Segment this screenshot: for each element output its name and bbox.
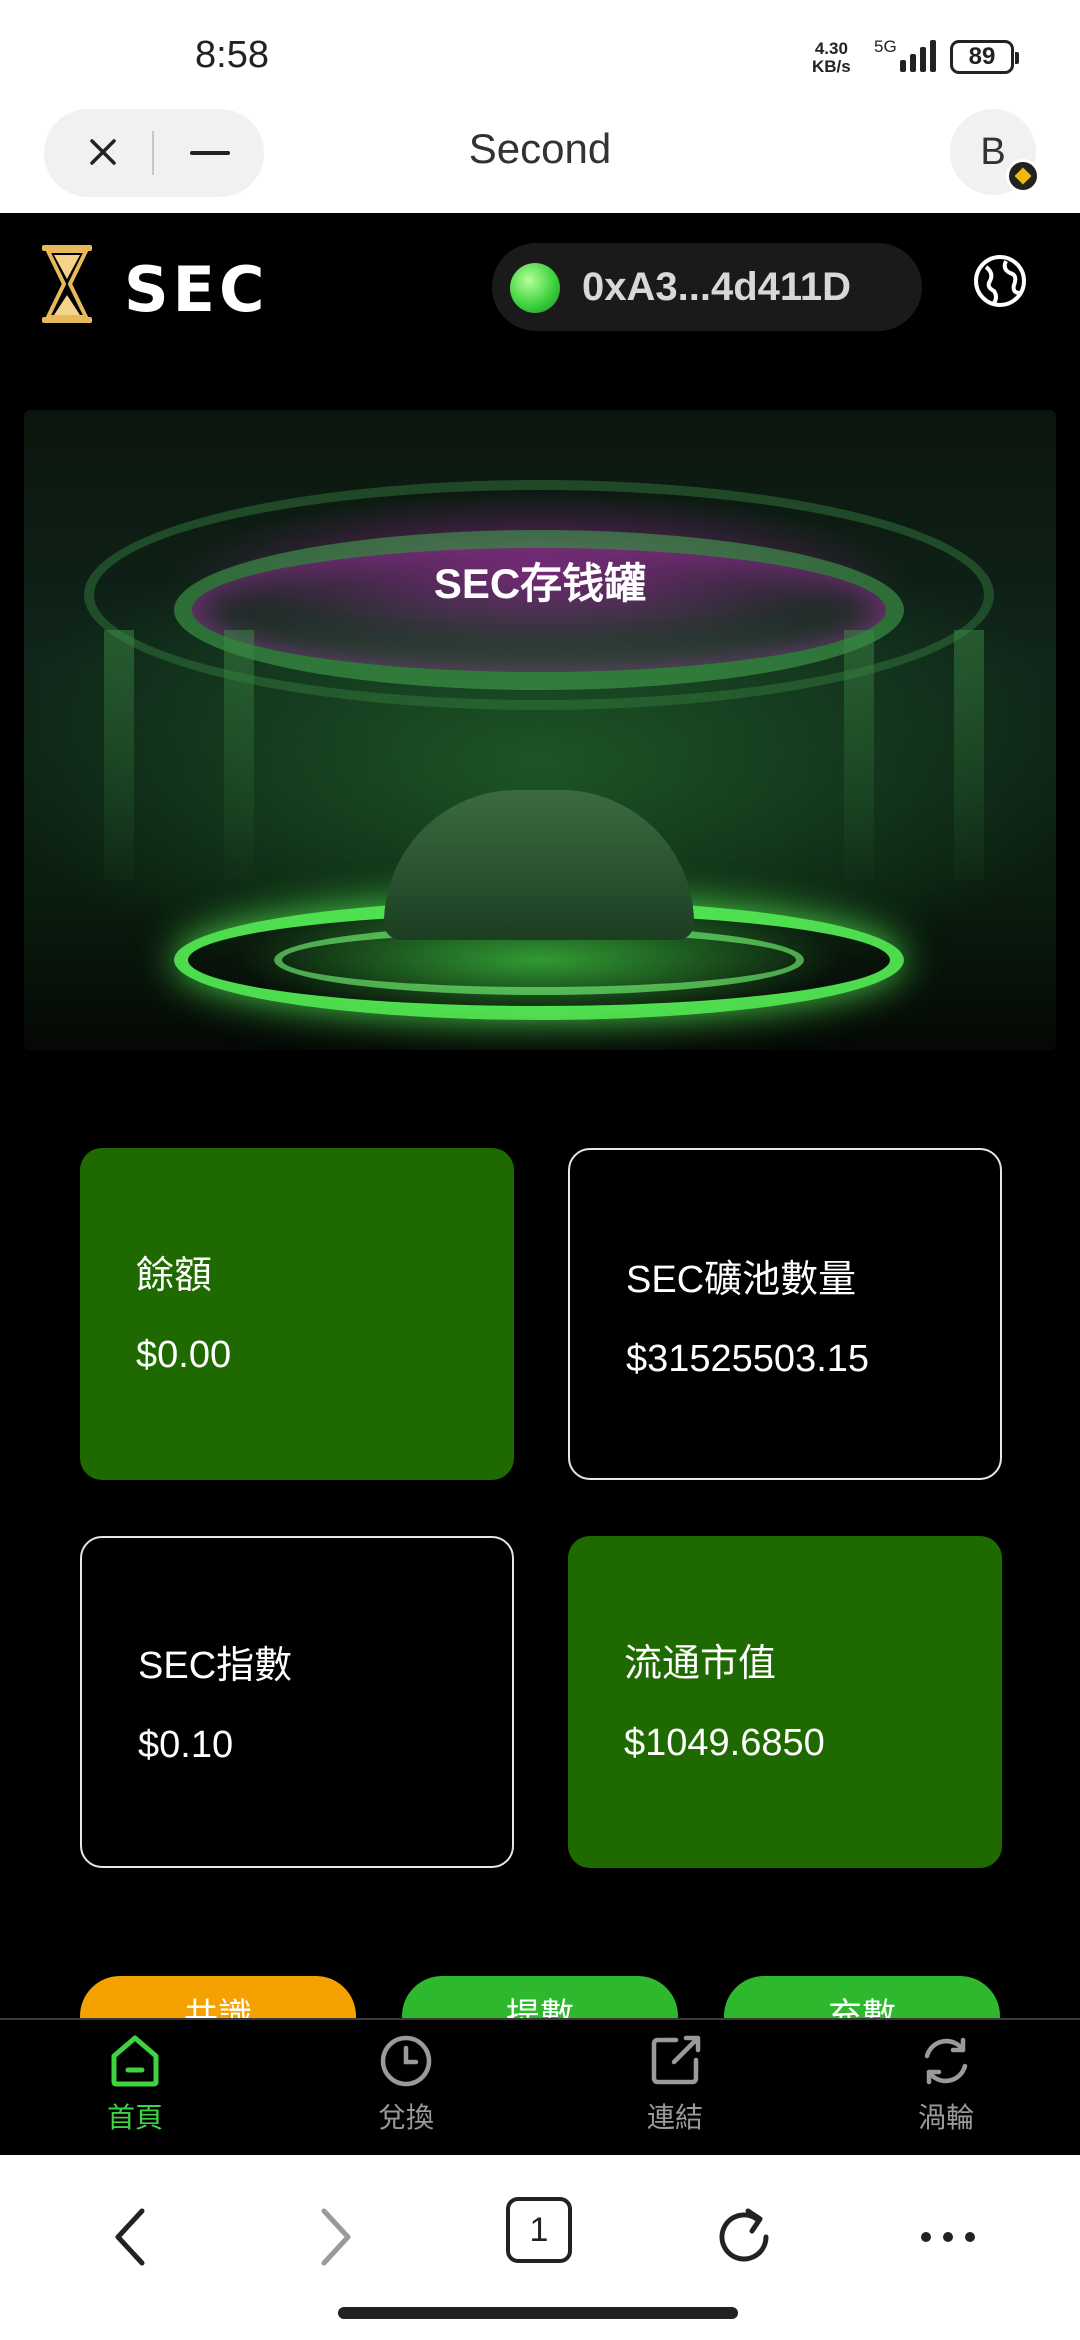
bottom-nav: 首頁 兌換 連結 渦輪 <box>0 2018 1080 2155</box>
nav-item-turbo[interactable]: 渦輪 <box>876 2032 1016 2136</box>
hero-pillar <box>844 630 874 880</box>
stat-value: $31525503.15 <box>626 1338 870 1380</box>
stat-card-pool: SEC礦池數量 $31525503.15 <box>568 1148 1002 1480</box>
nav-label: 兌換 <box>377 2102 434 2133</box>
binance-badge-icon <box>1006 159 1040 193</box>
hero-dome <box>384 790 694 940</box>
nav-item-link[interactable]: 連結 <box>605 2032 745 2136</box>
nav-label: 首頁 <box>106 2102 163 2133</box>
stat-value: $1049.6850 <box>624 1722 825 1764</box>
nav-label: 渦輪 <box>917 2102 974 2133</box>
stat-label: 流通市值 <box>624 1643 777 1685</box>
tab-switcher-button[interactable]: 1 <box>506 2197 572 2263</box>
status-bar: 8:58 4.30 KB/s 5G 89 <box>0 0 1080 105</box>
link-icon <box>651 2035 701 2085</box>
nav-item-home[interactable]: 首頁 <box>65 2032 205 2136</box>
globe-icon[interactable] <box>972 253 1028 309</box>
browser-bottom-bar: 1 <box>0 2155 1080 2340</box>
avatar[interactable]: B <box>950 109 1040 195</box>
status-time: 8:58 <box>195 34 269 76</box>
more-icon[interactable] <box>908 2197 988 2277</box>
hourglass-logo-icon <box>42 245 92 323</box>
brand-logo: SEC <box>124 253 269 326</box>
browser-top-bar: Second B <box>0 105 1080 213</box>
app-header: SEC 0xA3...4d411D <box>0 213 1080 358</box>
network-speed: 4.30 KB/s <box>812 40 851 76</box>
stat-value: $0.10 <box>138 1724 234 1766</box>
refresh-icon <box>924 2037 968 2085</box>
clock-icon <box>380 2035 432 2087</box>
stat-label: 餘額 <box>136 1255 213 1297</box>
wallet-status-icon <box>510 263 560 313</box>
hero-banner: SEC存钱罐 <box>24 410 1056 1050</box>
battery-level: 89 <box>968 43 996 70</box>
home-icon <box>111 2035 159 2087</box>
page-title: Second <box>468 125 612 172</box>
hero-pillar <box>224 630 254 880</box>
network-speed-unit: KB/s <box>812 57 851 76</box>
back-icon[interactable] <box>92 2197 172 2277</box>
network-type: 5G <box>874 37 897 56</box>
nav-item-exchange[interactable]: 兌換 <box>336 2032 476 2136</box>
nav-label: 連結 <box>646 2102 703 2133</box>
battery-icon: 89 <box>950 40 1019 74</box>
reload-icon[interactable] <box>704 2197 784 2277</box>
stat-card-index: SEC指數 $0.10 <box>80 1536 514 1868</box>
stat-value: $0.00 <box>136 1334 232 1376</box>
stat-label: SEC礦池數量 <box>626 1259 857 1301</box>
stat-card-balance: 餘額 $0.00 <box>80 1148 514 1480</box>
signal-icon <box>900 38 936 72</box>
forward-icon[interactable] <box>294 2197 374 2277</box>
hero-title: SEC存钱罐 <box>433 560 647 607</box>
wallet-button[interactable]: 0xA3...4d411D <box>492 243 922 331</box>
avatar-initial: B <box>980 131 1006 173</box>
hero-pillar <box>954 630 984 880</box>
stat-card-market-cap: 流通市值 $1049.6850 <box>568 1536 1002 1868</box>
network-speed-value: 4.30 <box>814 39 848 58</box>
stat-label: SEC指數 <box>138 1645 293 1687</box>
home-indicator[interactable] <box>338 2307 738 2319</box>
hero-pillar <box>104 630 134 880</box>
wallet-address: 0xA3...4d411D <box>582 265 852 309</box>
